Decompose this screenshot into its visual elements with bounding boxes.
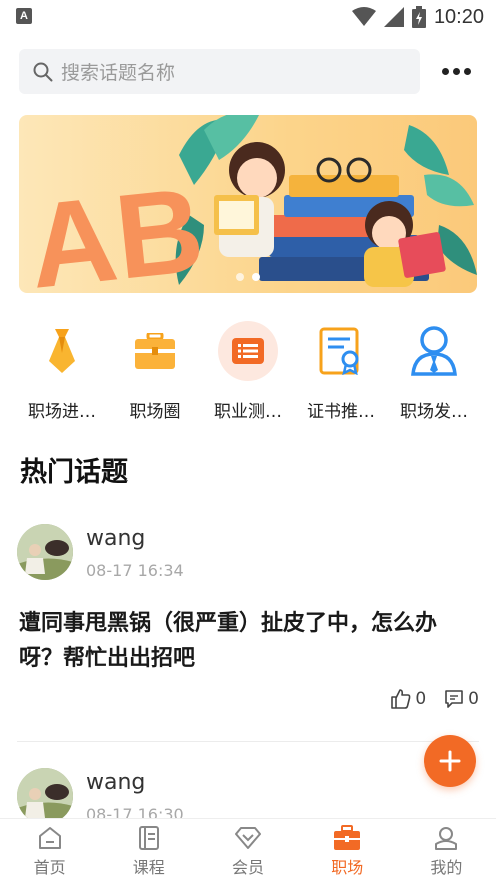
certificate-icon bbox=[311, 321, 371, 381]
avatar[interactable] bbox=[17, 768, 73, 824]
tab-label: 首页 bbox=[33, 858, 66, 877]
category-label: 职场圈 bbox=[129, 402, 181, 422]
tab-workplace[interactable]: 职场 bbox=[298, 819, 397, 882]
app-screen: A 10:20 搜索话题名称 AB 职场进… 职场圈 职业测… 证书推… 职场发… bbox=[0, 0, 496, 882]
category-career-advance[interactable]: 职场进… bbox=[16, 318, 108, 422]
vip-icon bbox=[235, 827, 261, 849]
tab-home[interactable]: 首页 bbox=[0, 819, 99, 882]
category-career-development[interactable]: 职场发… bbox=[388, 318, 480, 422]
plus-icon bbox=[439, 750, 461, 772]
tie-icon bbox=[32, 321, 92, 381]
comment-count: 0 bbox=[468, 689, 479, 709]
more-options-button[interactable] bbox=[436, 58, 476, 84]
home-icon bbox=[38, 827, 61, 849]
tab-label: 课程 bbox=[132, 858, 165, 877]
promo-banner[interactable]: AB bbox=[19, 115, 477, 293]
profile-icon bbox=[435, 827, 458, 850]
category-row: 职场进… 职场圈 职业测… 证书推… 职场发… bbox=[0, 318, 496, 428]
status-bar: A 10:20 bbox=[0, 0, 496, 34]
category-certificate[interactable]: 证书推… bbox=[295, 318, 387, 422]
more-dot-icon bbox=[452, 67, 460, 75]
status-indicators: 10:20 bbox=[351, 4, 484, 30]
tab-label: 职场 bbox=[331, 858, 364, 877]
tab-profile[interactable]: 我的 bbox=[397, 819, 496, 882]
post-title[interactable]: 遭同事甩黑锅（很严重）扯皮了中，怎么办呀？帮忙出出招吧 bbox=[19, 606, 479, 676]
post-actions: 0 0 bbox=[391, 689, 479, 709]
list-icon bbox=[218, 321, 278, 381]
comment-button[interactable]: 0 bbox=[444, 689, 479, 709]
comment-icon bbox=[445, 690, 463, 708]
signal-icon bbox=[383, 7, 404, 27]
battery-icon bbox=[411, 6, 426, 28]
category-career-test[interactable]: 职业测… bbox=[202, 318, 294, 422]
wifi-icon bbox=[351, 7, 376, 26]
banner-pagination bbox=[19, 273, 477, 281]
like-button[interactable]: 0 bbox=[391, 689, 426, 709]
briefcase-icon bbox=[125, 321, 185, 381]
add-topic-button[interactable] bbox=[424, 735, 476, 787]
search-placeholder: 搜索话题名称 bbox=[61, 62, 176, 84]
post-time: 08-17 16:34 bbox=[86, 561, 184, 580]
search-icon bbox=[33, 62, 53, 81]
section-title-hot-topics: 热门话题 bbox=[20, 457, 128, 488]
tab-label: 我的 bbox=[430, 858, 463, 877]
avatar[interactable] bbox=[17, 524, 73, 580]
post-divider bbox=[17, 741, 479, 742]
search-input[interactable]: 搜索话题名称 bbox=[19, 49, 420, 94]
category-career-circle[interactable]: 职场圈 bbox=[109, 318, 201, 422]
more-dot-icon bbox=[463, 67, 471, 75]
category-label: 证书推… bbox=[307, 402, 375, 422]
more-dot-icon bbox=[441, 67, 449, 75]
bottom-tab-bar: 首页 课程 会员 职场 我的 bbox=[0, 818, 496, 882]
topic-post[interactable]: wang 08-17 16:34 遭同事甩黑锅（很严重）扯皮了中，怎么办呀？帮忙… bbox=[17, 524, 479, 724]
workplace-icon bbox=[334, 825, 361, 850]
category-label: 职场进… bbox=[28, 402, 96, 422]
tab-label: 会员 bbox=[232, 858, 265, 877]
course-icon bbox=[138, 826, 159, 850]
banner-dot-active[interactable] bbox=[252, 273, 260, 281]
thumbs-up-icon bbox=[391, 689, 411, 709]
tab-courses[interactable]: 课程 bbox=[99, 819, 198, 882]
category-label: 职业测… bbox=[214, 402, 282, 422]
tab-membership[interactable]: 会员 bbox=[198, 819, 297, 882]
like-count: 0 bbox=[415, 689, 427, 709]
person-icon bbox=[404, 321, 464, 381]
username[interactable]: wang bbox=[86, 526, 145, 551]
app-notification-icon: A bbox=[16, 8, 32, 24]
banner-illustration: AB bbox=[23, 115, 477, 293]
category-label: 职场发… bbox=[400, 402, 468, 422]
status-time: 10:20 bbox=[433, 5, 484, 28]
username[interactable]: wang bbox=[86, 770, 145, 795]
banner-dot[interactable] bbox=[236, 273, 244, 281]
